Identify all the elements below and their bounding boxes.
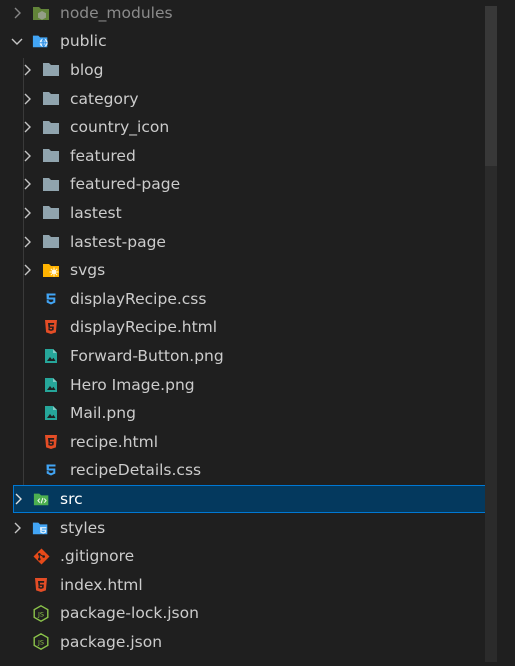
chevron-right-icon xyxy=(20,149,34,163)
tree-item-label: displayRecipe.css xyxy=(70,289,207,308)
tree-item-label: styles xyxy=(60,518,106,537)
tree-item-label: package-lock.json xyxy=(60,604,199,623)
tree-item-recipedetails-css[interactable]: recipeDetails.css xyxy=(0,456,484,485)
tree-item-label: .gitignore xyxy=(60,547,135,566)
tree-item-label: recipeDetails.css xyxy=(70,461,202,480)
chevron-right-icon xyxy=(20,206,34,220)
folder-icon xyxy=(42,147,60,165)
tree-item-label: package.json xyxy=(60,632,163,651)
tree-item-featured-page[interactable]: featured-page xyxy=(0,170,484,199)
chevron-right-icon xyxy=(10,6,24,20)
svg-text:JS: JS xyxy=(37,610,44,618)
image-file-icon xyxy=(42,347,60,365)
css-file-icon xyxy=(42,290,60,308)
tree-item-label: featured xyxy=(70,146,136,165)
chevron-right-icon xyxy=(20,177,34,191)
tree-item-label: displayRecipe.html xyxy=(70,318,218,337)
chevron-right-icon xyxy=(20,120,34,134)
tree-item-label: svgs xyxy=(70,261,106,280)
folder-icon xyxy=(42,118,60,136)
tree-item-label: node_modules xyxy=(60,3,173,22)
tree-item-gitignore[interactable]: .gitignore xyxy=(0,542,484,571)
tree-item-label: public xyxy=(60,32,107,51)
tree-item-label: Mail.png xyxy=(70,404,136,423)
folder-icon xyxy=(42,233,60,251)
scrollbar-thumb[interactable] xyxy=(485,6,497,166)
tree-item-label: Forward-Button.png xyxy=(70,346,224,365)
chevron-right-icon xyxy=(20,263,34,277)
tree-item-package-lock-json[interactable]: JS package-lock.json xyxy=(0,599,484,628)
src-folder-icon xyxy=(33,490,51,508)
public-folder-icon xyxy=(32,32,50,50)
tree-item-label: Hero Image.png xyxy=(70,375,195,394)
image-file-icon xyxy=(42,376,60,394)
tree-item-label: src xyxy=(60,489,83,508)
chevron-down-icon xyxy=(10,34,24,48)
tree-item-label: index.html xyxy=(60,575,143,594)
tree-item-label: recipe.html xyxy=(70,432,159,451)
tree-item-featured[interactable]: featured xyxy=(0,142,484,171)
tree-item-label: lastest-page xyxy=(70,232,166,251)
nodejs-icon: JS xyxy=(32,604,50,622)
tree-item-displayrecipe-css[interactable]: displayRecipe.css xyxy=(0,285,484,314)
tree-item-public[interactable]: public xyxy=(0,27,484,56)
folder-icon xyxy=(42,61,60,79)
tree-item-displayrecipe-html[interactable]: displayRecipe.html xyxy=(0,313,484,342)
tree-item-forward-button-png[interactable]: Forward-Button.png xyxy=(0,342,484,371)
styles-folder-icon xyxy=(32,519,50,537)
html-file-icon xyxy=(42,318,60,336)
vertical-scrollbar[interactable] xyxy=(485,6,497,662)
tree-item-svgs[interactable]: svgs xyxy=(0,256,484,285)
tree-item-package-json[interactable]: JS package.json xyxy=(0,628,484,657)
html-file-icon xyxy=(32,576,50,594)
tree-item-label: country_icon xyxy=(70,118,170,137)
tree-item-label: lastest xyxy=(70,203,122,222)
html-file-icon xyxy=(42,433,60,451)
tree-item-mail-png[interactable]: Mail.png xyxy=(0,399,484,428)
folder-icon xyxy=(42,90,60,108)
tree-item-lastest[interactable]: lastest xyxy=(0,199,484,228)
tree-item-label: category xyxy=(70,89,139,108)
tree-item-country-icon[interactable]: country_icon xyxy=(0,113,484,142)
chevron-right-icon xyxy=(20,63,34,77)
folder-icon xyxy=(42,175,60,193)
tree-item-category[interactable]: category xyxy=(0,84,484,113)
css-file-icon xyxy=(42,461,60,479)
svg-text:JS: JS xyxy=(37,639,44,647)
node-folder-icon xyxy=(32,4,50,22)
folder-icon xyxy=(42,204,60,222)
chevron-right-icon xyxy=(20,235,34,249)
svg-folder-icon xyxy=(42,261,60,279)
tree-item-src[interactable]: src xyxy=(11,484,497,514)
chevron-right-icon xyxy=(10,521,24,535)
chevron-right-icon xyxy=(11,492,25,506)
tree-item-label: blog xyxy=(70,60,104,79)
chevron-right-icon xyxy=(20,92,34,106)
git-icon xyxy=(32,547,50,565)
tree-item-styles[interactable]: styles xyxy=(0,513,484,542)
tree-item-recipe-html[interactable]: recipe.html xyxy=(0,428,484,457)
tree-item-blog[interactable]: blog xyxy=(0,56,484,85)
tree-item-index-html[interactable]: index.html xyxy=(0,571,484,600)
tree-item-label: featured-page xyxy=(70,175,181,194)
image-file-icon xyxy=(42,404,60,422)
tree-item-node-modules[interactable]: node_modules xyxy=(0,0,484,27)
tree-item-hero-image-png[interactable]: Hero Image.png xyxy=(0,370,484,399)
tree-item-lastest-page[interactable]: lastest-page xyxy=(0,227,484,256)
nodejs-icon: JS xyxy=(32,633,50,651)
